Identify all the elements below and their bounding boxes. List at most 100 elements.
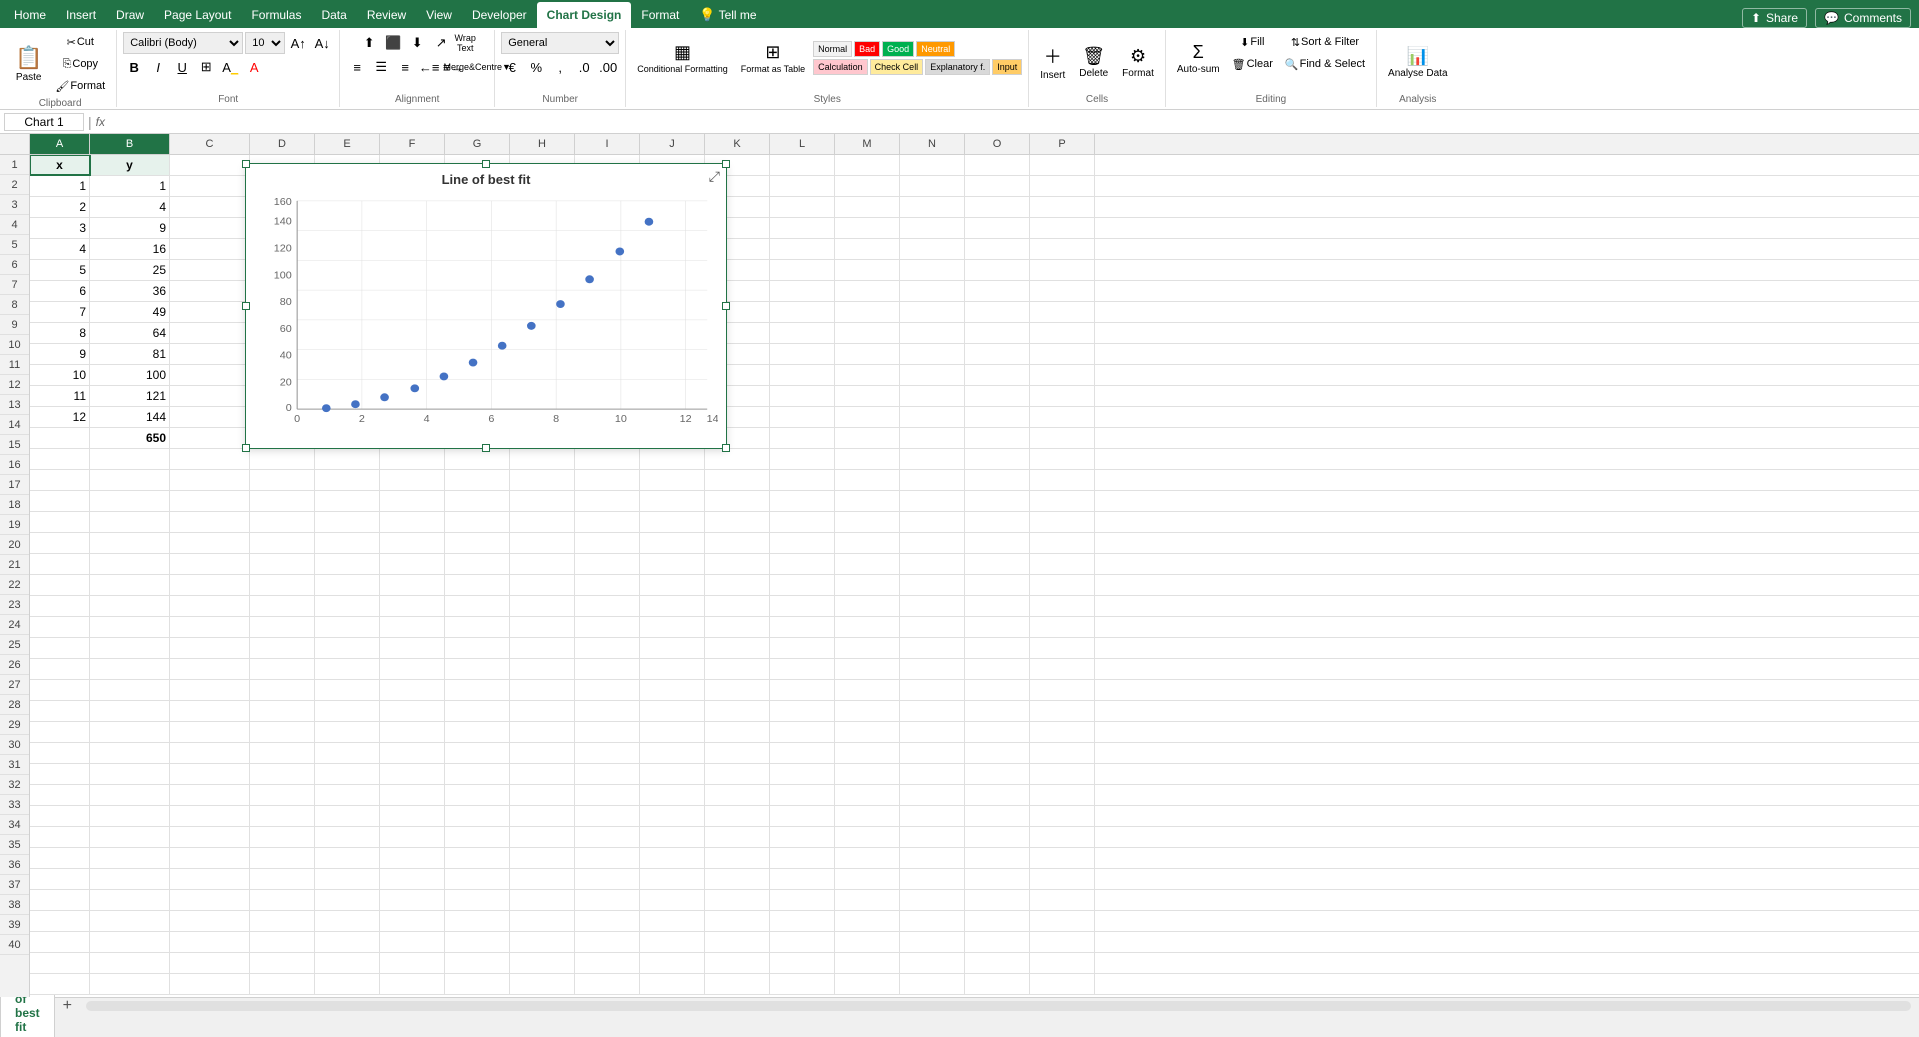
tab-review[interactable]: Review [357,2,416,28]
row-header-2[interactable]: 2 [0,175,29,195]
neutral-style[interactable]: Neutral [916,41,955,57]
col-header-m[interactable]: M [835,134,900,154]
tab-page-layout[interactable]: Page Layout [154,2,241,28]
col-header-a[interactable]: A [30,134,90,154]
row-header-22[interactable]: 22 [0,575,29,595]
bad-style[interactable]: Bad [854,41,880,57]
cell-b11[interactable]: 100 [90,365,170,385]
col-header-g[interactable]: G [445,134,510,154]
decrease-decimal-button[interactable]: .0 [573,56,595,78]
tab-insert[interactable]: Insert [56,2,106,28]
cell-b7[interactable]: 36 [90,281,170,301]
row-header-39[interactable]: 39 [0,915,29,935]
select-all-corner[interactable] [0,134,30,154]
row-header-25[interactable]: 25 [0,635,29,655]
col-header-o[interactable]: O [965,134,1030,154]
good-style[interactable]: Good [882,41,914,57]
align-right-button[interactable]: ≡ [394,56,416,78]
sort-filter-button[interactable]: ⇅ Sort & Filter [1280,32,1370,52]
cell-c6[interactable] [170,260,250,280]
row-header-40[interactable]: 40 [0,935,29,955]
cell-o14[interactable] [965,428,1030,448]
cell-a13[interactable]: 12 [30,407,90,427]
row-header-30[interactable]: 30 [0,735,29,755]
row-header-16[interactable]: 16 [0,455,29,475]
delete-button[interactable]: 🗑 Delete [1074,36,1113,88]
cell-c2[interactable] [170,176,250,196]
format-painter-button[interactable]: 🖌 Format [50,76,110,96]
cut-button[interactable]: ✂ Cut [50,32,110,52]
explanatory-style[interactable]: Explanatory f. [925,59,990,75]
bold-button[interactable]: B [123,56,145,78]
row-header-8[interactable]: 8 [0,295,29,315]
cell-c1[interactable] [170,155,250,175]
chart-area[interactable]: Line of best fit [245,163,727,449]
row-header-35[interactable]: 35 [0,835,29,855]
cell-b10[interactable]: 81 [90,344,170,364]
row-header-5[interactable]: 5 [0,235,29,255]
row-header-28[interactable]: 28 [0,695,29,715]
row-header-14[interactable]: 14 [0,415,29,435]
row-header-36[interactable]: 36 [0,855,29,875]
tab-data[interactable]: Data [311,2,356,28]
row-header-10[interactable]: 10 [0,335,29,355]
decrease-indent-button[interactable]: ←≡ [418,56,440,78]
cell-o1[interactable] [965,155,1030,175]
increase-decimal-button[interactable]: .00 [597,56,619,78]
col-header-d[interactable]: D [250,134,315,154]
tab-developer[interactable]: Developer [462,2,537,28]
cell-c8[interactable] [170,302,250,322]
orientation-button[interactable]: ↗ [430,32,452,54]
chart-resize-mid-left[interactable] [242,302,250,310]
col-header-b[interactable]: B [90,134,170,154]
cell-b4[interactable]: 9 [90,218,170,238]
row-header-27[interactable]: 27 [0,675,29,695]
row-header-21[interactable]: 21 [0,555,29,575]
cell-c13[interactable] [170,407,250,427]
col-header-n[interactable]: N [900,134,965,154]
cell-b6[interactable]: 25 [90,260,170,280]
cell-c5[interactable] [170,239,250,259]
horizontal-scrollbar[interactable] [86,1001,1911,1011]
cell-a5[interactable]: 4 [30,239,90,259]
row-header-20[interactable]: 20 [0,535,29,555]
row-header-9[interactable]: 9 [0,315,29,335]
tab-home[interactable]: Home [4,2,56,28]
wrap-text-button[interactable]: Wrap Text [454,32,476,54]
copy-button[interactable]: ⎘ Copy [50,54,110,74]
currency-button[interactable]: € [501,56,523,78]
col-header-p[interactable]: P [1030,134,1095,154]
clear-button[interactable]: 🗑 Clear [1227,54,1278,74]
cell-c7[interactable] [170,281,250,301]
font-color-button[interactable]: A [243,56,265,78]
cell-c14[interactable] [170,428,250,448]
percent-button[interactable]: % [525,56,547,78]
chart-resize-bot-left[interactable] [242,444,250,452]
cell-a11[interactable]: 10 [30,365,90,385]
tab-chart-design[interactable]: Chart Design [537,2,632,28]
cell-b3[interactable]: 4 [90,197,170,217]
cell-b2[interactable]: 1 [90,176,170,196]
row-header-18[interactable]: 18 [0,495,29,515]
increase-font-button[interactable]: A↑ [287,32,309,54]
row-header-4[interactable]: 4 [0,215,29,235]
merge-centre-button[interactable]: Merge&Centre▼ [466,56,488,78]
cell-b12[interactable]: 121 [90,386,170,406]
cell-l14[interactable] [770,428,835,448]
cell-a2[interactable]: 1 [30,176,90,196]
cell-b14[interactable]: 650 [90,428,170,448]
format-button[interactable]: ⚙ Format [1117,36,1159,88]
cell-n1[interactable] [900,155,965,175]
cell-b8[interactable]: 49 [90,302,170,322]
add-sheet-button[interactable]: + [57,997,78,1015]
fill-button[interactable]: ⬇ Fill [1227,32,1278,52]
col-header-j[interactable]: J [640,134,705,154]
find-select-button[interactable]: 🔍 Find & Select [1280,54,1370,74]
col-header-l[interactable]: L [770,134,835,154]
col-header-k[interactable]: K [705,134,770,154]
col-header-i[interactable]: I [575,134,640,154]
row-header-29[interactable]: 29 [0,715,29,735]
row-header-37[interactable]: 37 [0,875,29,895]
formula-input[interactable] [109,114,1915,130]
col-header-c[interactable]: C [170,134,250,154]
